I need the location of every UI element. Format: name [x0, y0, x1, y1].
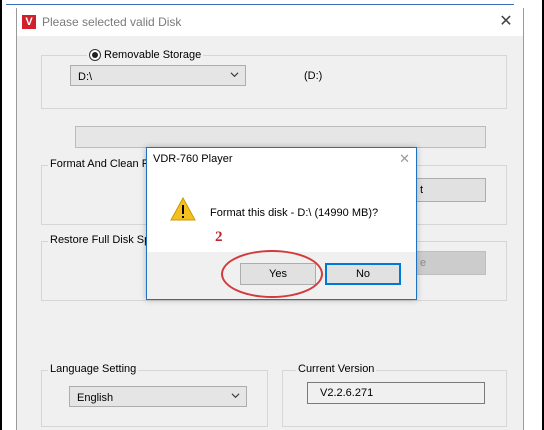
drive-display: (D:)	[304, 70, 323, 82]
format-button[interactable]: t	[416, 178, 486, 202]
restore-button-label-fragment: e	[420, 257, 427, 269]
version-group-label: Current Version	[296, 363, 377, 375]
chevron-down-icon	[231, 393, 240, 399]
chevron-down-icon	[230, 72, 239, 78]
window-close-button[interactable]: ✕	[495, 12, 517, 32]
restore-button[interactable]: e	[416, 251, 486, 275]
window-title: Please selected valid Disk	[42, 15, 182, 29]
removable-storage-radio[interactable]: Removable Storage	[87, 49, 204, 61]
dialog-body: Format this disk - D:\ (14990 MB)?	[147, 172, 416, 252]
removable-storage-label: Removable Storage	[104, 49, 202, 61]
no-button[interactable]: No	[325, 263, 401, 285]
format-group-label: Format And Clean R	[48, 158, 152, 170]
annotation-ellipse	[221, 250, 323, 298]
radio-selected-icon	[89, 49, 101, 61]
window-titlebar: V Please selected valid Disk ✕	[17, 8, 523, 36]
dialog-titlebar: VDR-760 Player ✕	[147, 148, 416, 172]
dialog-close-button[interactable]: ✕	[399, 151, 410, 167]
warning-icon	[170, 197, 196, 221]
format-button-label-fragment: t	[420, 184, 424, 196]
dialog-title: VDR-760 Player	[153, 153, 233, 165]
language-select-value: English	[77, 392, 114, 404]
app-logo-icon: V	[22, 15, 36, 29]
language-select[interactable]: English	[69, 386, 247, 407]
top-strip	[6, 0, 514, 5]
progress-bar	[75, 126, 486, 148]
dialog-message: Format this disk - D:\ (14990 MB)?	[210, 207, 379, 219]
drive-select-value: D:\	[78, 71, 93, 83]
drive-select[interactable]: D:\	[70, 65, 246, 86]
version-field: V2.2.6.271	[307, 382, 485, 404]
annotation-step-number: 2	[215, 229, 223, 245]
language-group-label: Language Setting	[48, 363, 139, 375]
frame-left-border	[0, 0, 2, 430]
version-value: V2.2.6.271	[320, 387, 374, 399]
restore-group-label: Restore Full Disk Sp	[48, 234, 153, 246]
